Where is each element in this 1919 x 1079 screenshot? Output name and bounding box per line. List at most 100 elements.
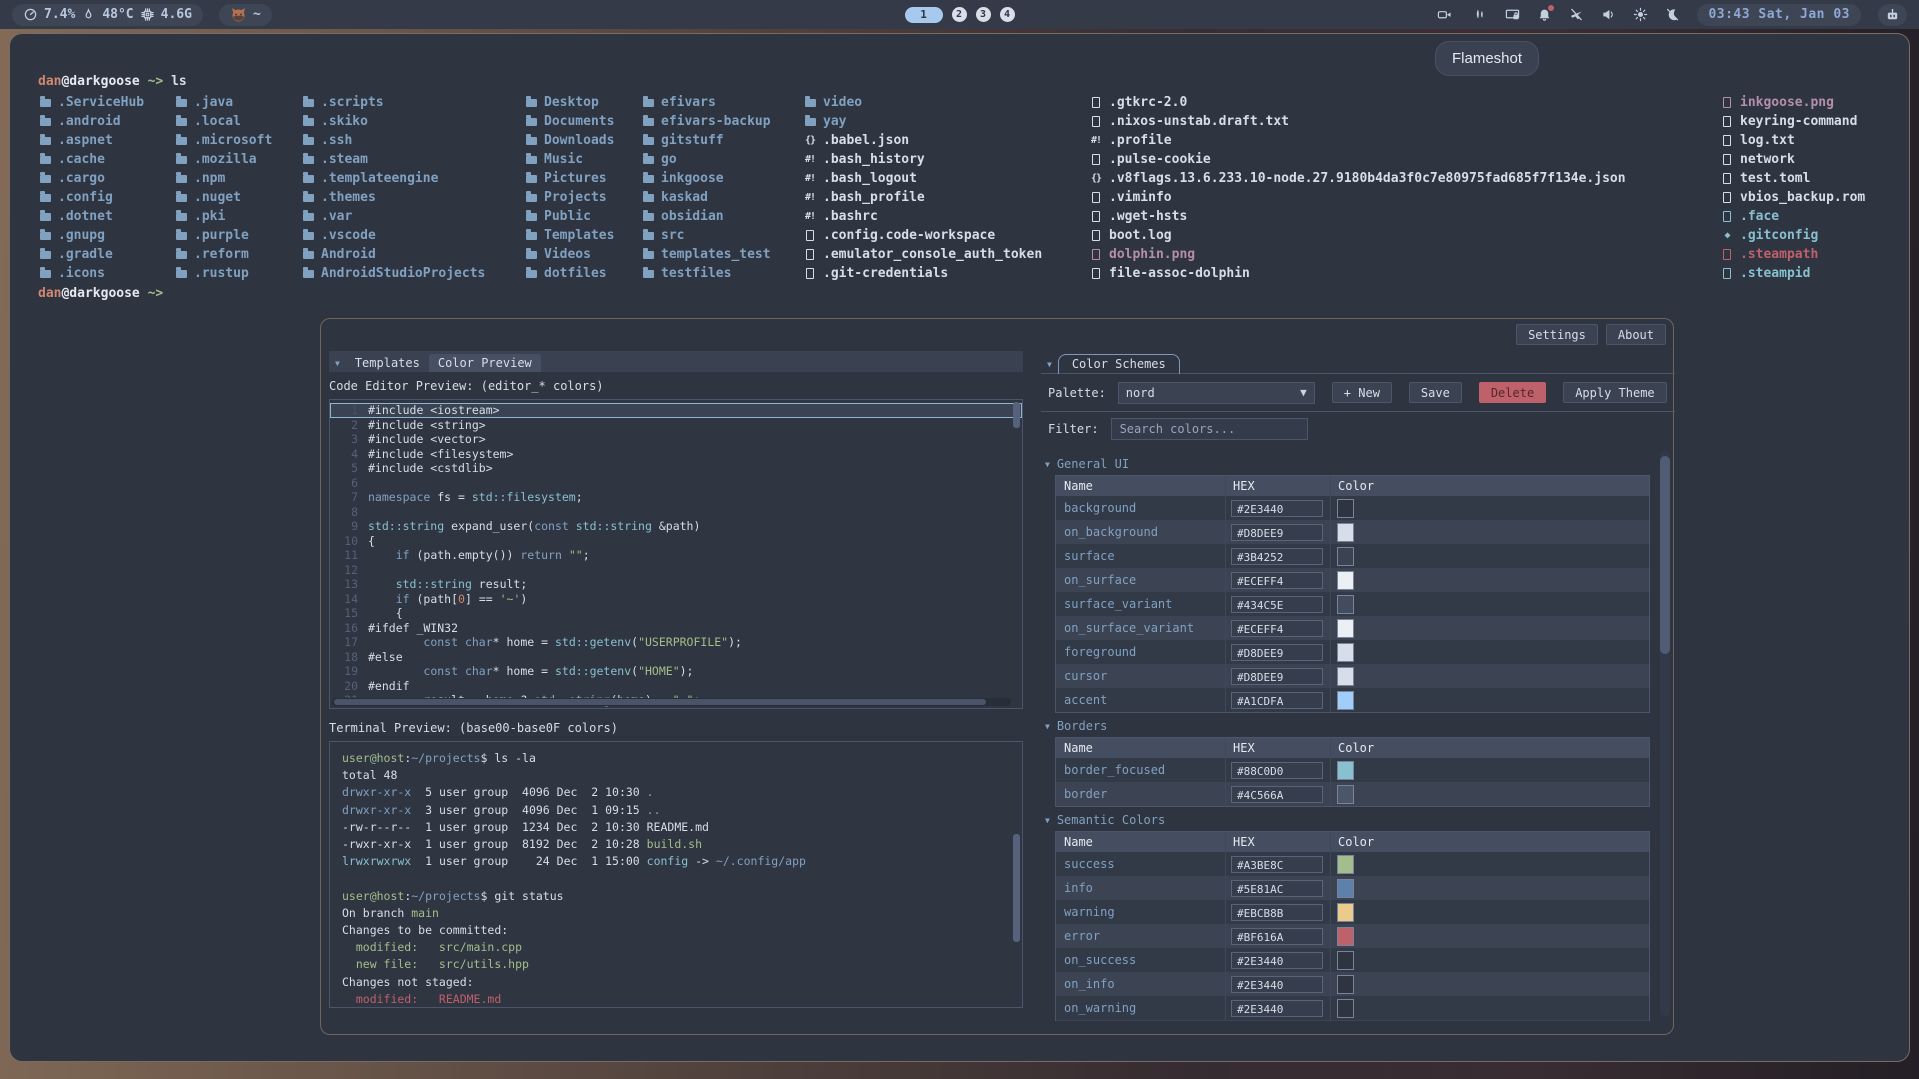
column-header: Color <box>1331 835 1649 849</box>
color-swatch[interactable] <box>1337 547 1354 566</box>
brightness-sun-icon[interactable] <box>1633 7 1648 22</box>
tab-color-schemes[interactable]: Color Schemes <box>1058 354 1180 374</box>
hex-input[interactable]: #2E3440 <box>1231 952 1323 969</box>
file-name: efivars-backup <box>661 112 771 131</box>
file-entry: .steampath <box>1720 245 1865 264</box>
tray-robot-button[interactable] <box>1878 4 1907 26</box>
color-swatch[interactable] <box>1337 595 1354 614</box>
settings-button[interactable]: Settings <box>1516 324 1598 345</box>
color-swatch[interactable] <box>1337 879 1354 898</box>
airplane-off-icon[interactable] <box>1569 7 1584 22</box>
code-horizontal-scrollbar[interactable] <box>332 698 1011 706</box>
code-editor-preview[interactable]: 1#include <iostream>2#include <string>3#… <box>329 399 1023 709</box>
delete-button[interactable]: Delete <box>1479 382 1546 403</box>
hex-input[interactable]: #D8DEE9 <box>1231 524 1323 541</box>
palette-select[interactable]: nord ▼ <box>1118 382 1315 404</box>
colors-scrollbar[interactable] <box>1660 451 1670 1016</box>
file-entry: .skiko <box>301 112 485 131</box>
hex-input[interactable]: #4C566A <box>1231 786 1323 803</box>
hex-input[interactable]: #2E3440 <box>1231 1000 1323 1017</box>
volume-icon[interactable] <box>1601 7 1616 22</box>
editor-preview-heading: Code Editor Preview: (editor_* colors) <box>329 379 1023 394</box>
color-swatch[interactable] <box>1337 761 1354 780</box>
collapse-caret-icon[interactable]: ▼ <box>335 359 340 368</box>
table-row: cursor#D8DEE9 <box>1056 664 1649 688</box>
table-row: border#4C566A <box>1056 782 1649 806</box>
hex-input[interactable]: #2E3440 <box>1231 976 1323 993</box>
code-line: 2#include <string> <box>330 418 1022 433</box>
screenshare-lock-icon[interactable] <box>1505 7 1520 22</box>
section-header[interactable]: ▼General UI <box>1045 457 1655 471</box>
hex-input[interactable]: #ECEFF4 <box>1231 620 1323 637</box>
color-swatch[interactable] <box>1337 785 1354 804</box>
file-column: .ServiceHub.android.aspnet.cache.cargo.c… <box>38 93 144 283</box>
color-swatch[interactable] <box>1337 619 1354 638</box>
code-vertical-scrollbar[interactable] <box>1013 402 1020 428</box>
tab-templates[interactable]: Templates <box>346 354 429 372</box>
color-swatch[interactable] <box>1337 951 1354 970</box>
color-swatch[interactable] <box>1337 571 1354 590</box>
file-name: test.toml <box>1740 169 1810 188</box>
hex-input[interactable]: #ECEFF4 <box>1231 572 1323 589</box>
collapse-caret-icon[interactable]: ▼ <box>1047 360 1052 369</box>
folder-icon <box>641 137 655 145</box>
prompt-host: @darkgoose <box>61 74 139 89</box>
file-name: .icons <box>58 264 105 283</box>
nightlight-off-icon[interactable] <box>1665 7 1680 22</box>
column-header: HEX <box>1226 832 1331 852</box>
file-entry: .config.code-workspace <box>803 226 1042 245</box>
apply-theme-button[interactable]: Apply Theme <box>1563 382 1666 403</box>
color-swatch[interactable] <box>1337 499 1354 518</box>
color-swatch[interactable] <box>1337 691 1354 710</box>
notifications-bell-icon[interactable] <box>1537 7 1552 22</box>
section-header[interactable]: ▼Semantic Colors <box>1045 813 1655 827</box>
flameshot-tray-icon[interactable] <box>1473 7 1488 22</box>
save-button[interactable]: Save <box>1409 382 1462 403</box>
workspace-1[interactable]: 1 <box>905 7 943 23</box>
file-name: Music <box>544 150 583 169</box>
tab-color-preview[interactable]: Color Preview <box>429 354 541 372</box>
filter-input[interactable] <box>1111 418 1308 440</box>
section-header[interactable]: ▼Borders <box>1045 719 1655 733</box>
clock[interactable]: 03:43 Sat, Jan 03 <box>1697 4 1861 26</box>
color-swatch[interactable] <box>1337 903 1354 922</box>
hex-input[interactable]: #BF616A <box>1231 928 1323 945</box>
terminal-preview[interactable]: user@host:~/projects$ ls -latotal 48drwx… <box>329 741 1023 1008</box>
terminal-vertical-scrollbar[interactable] <box>1013 834 1020 942</box>
folder-icon <box>803 118 817 126</box>
color-swatch[interactable] <box>1337 999 1354 1018</box>
hex-input[interactable]: #D8DEE9 <box>1231 644 1323 661</box>
hex-input[interactable]: #3B4252 <box>1231 548 1323 565</box>
file-entry: .reform <box>174 245 272 264</box>
file-icon <box>803 230 817 241</box>
hex-input[interactable]: #A3BE8C <box>1231 856 1323 873</box>
workspace-2[interactable]: 2 <box>952 7 967 22</box>
color-swatch[interactable] <box>1337 855 1354 874</box>
color-swatch[interactable] <box>1337 927 1354 946</box>
hex-input[interactable]: #88C0D0 <box>1231 762 1323 779</box>
color-swatch[interactable] <box>1337 523 1354 542</box>
hex-input[interactable]: #2E3440 <box>1231 500 1323 517</box>
hex-input[interactable]: #A1CDFA <box>1231 692 1323 709</box>
hex-input[interactable]: #434C5E <box>1231 596 1323 613</box>
file-name: src <box>661 226 684 245</box>
file-name: efivars <box>661 93 716 112</box>
color-swatch[interactable] <box>1337 667 1354 686</box>
hex-input[interactable]: #5E81AC <box>1231 880 1323 897</box>
camera-icon[interactable] <box>1437 7 1452 22</box>
folder-icon <box>641 232 655 240</box>
new-palette-button[interactable]: + New <box>1332 382 1392 403</box>
file-column: .java.local.microsoft.mozilla.npm.nuget.… <box>174 93 272 283</box>
hex-input[interactable]: #D8DEE9 <box>1231 668 1323 685</box>
about-button[interactable]: About <box>1606 324 1666 345</box>
color-swatch[interactable] <box>1337 975 1354 994</box>
workspace-3[interactable]: 3 <box>976 7 991 22</box>
terminal-line <box>342 870 1022 887</box>
hex-input[interactable]: #EBCB8B <box>1231 904 1323 921</box>
folder-icon <box>301 251 315 259</box>
focused-app-indicator[interactable]: ~ <box>219 4 272 26</box>
workspace-4[interactable]: 4 <box>1000 7 1015 22</box>
color-swatch[interactable] <box>1337 643 1354 662</box>
prompt-user: dan <box>38 286 61 301</box>
file-entry: Android <box>301 245 485 264</box>
